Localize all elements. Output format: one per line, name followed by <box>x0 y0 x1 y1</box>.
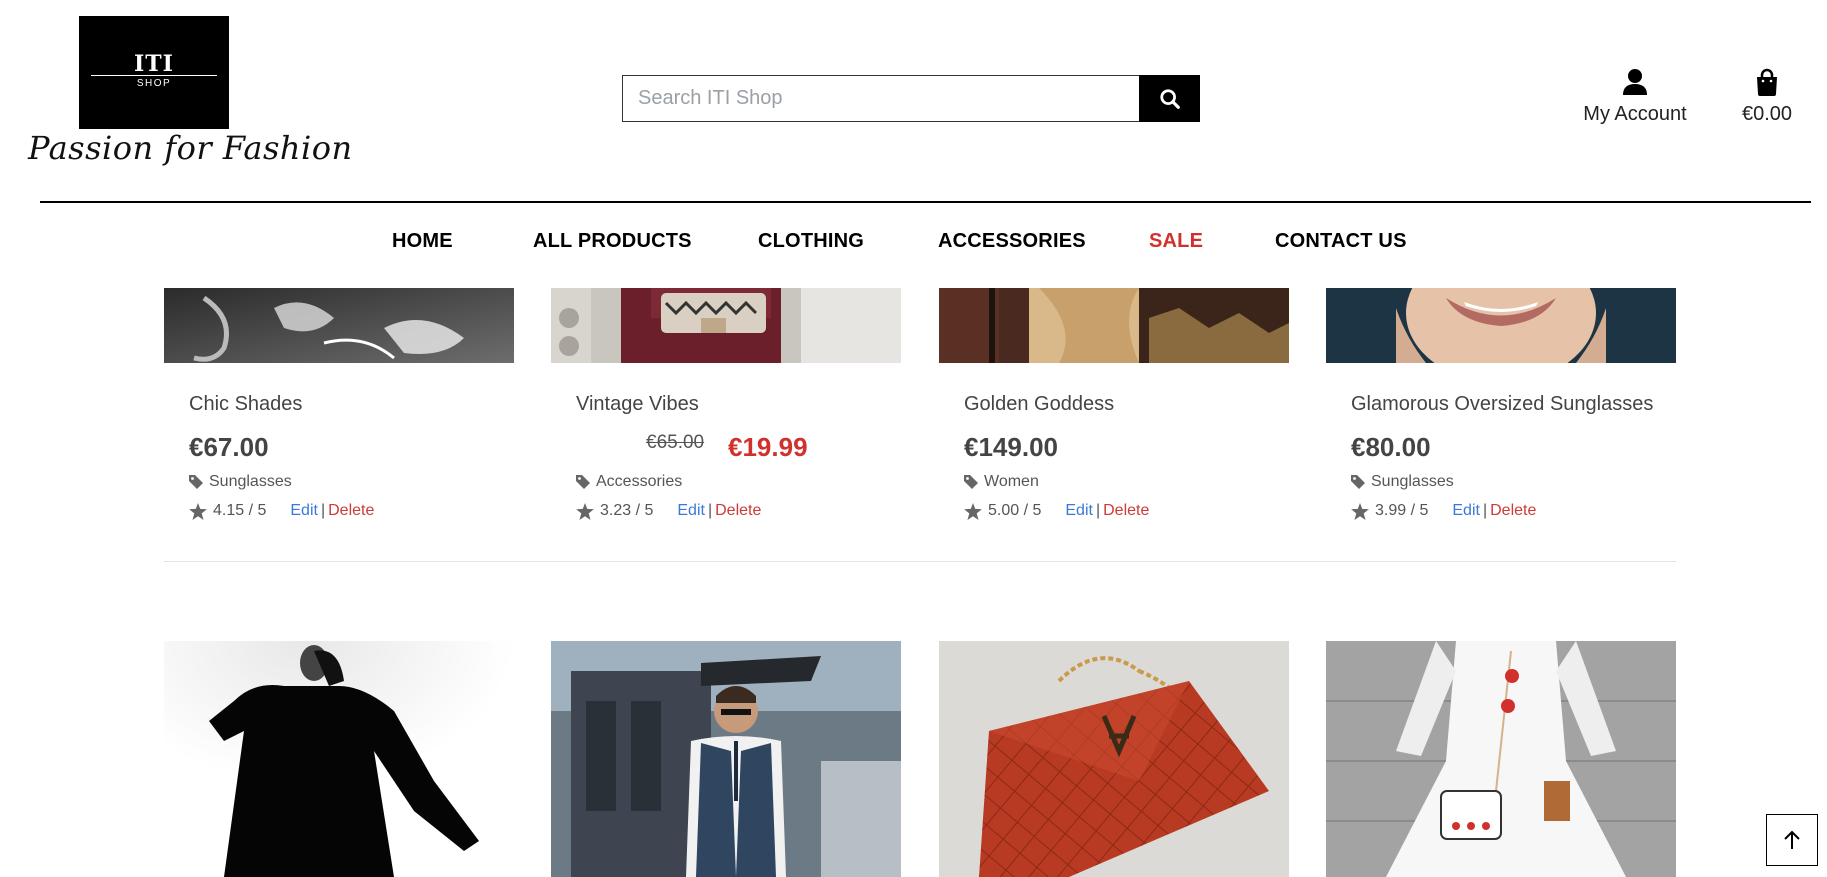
product-category[interactable]: Accessories <box>576 473 682 491</box>
link-separator: | <box>707 502 713 519</box>
edit-link[interactable]: Edit <box>1452 502 1480 519</box>
my-account-link[interactable]: My Account <box>1578 68 1692 126</box>
back-to-top-button[interactable] <box>1766 814 1818 866</box>
row-divider <box>164 561 1676 562</box>
link-separator: | <box>1095 502 1101 519</box>
edit-link[interactable]: Edit <box>290 502 318 519</box>
search-input[interactable] <box>622 75 1139 122</box>
edit-link[interactable]: Edit <box>677 502 705 519</box>
product-category[interactable]: Sunglasses <box>1351 473 1454 491</box>
product-category-label: Women <box>984 473 1039 490</box>
product-price: €149.00 <box>964 432 1058 462</box>
delete-link[interactable]: Delete <box>1103 502 1149 519</box>
product-rating: 5.00 / 5 <box>988 502 1042 519</box>
search-icon <box>1159 88 1180 109</box>
nav-all-products[interactable]: ALL PRODUCTS <box>533 230 692 253</box>
delete-link[interactable]: Delete <box>715 502 761 519</box>
tag-icon <box>1351 475 1365 489</box>
product-rating-row: 5.00 / 5 Edit | Delete <box>964 502 1149 520</box>
logo-sub-text: SHOP <box>136 78 172 89</box>
arrow-up-icon <box>1784 830 1800 849</box>
delete-link[interactable]: Delete <box>1490 502 1536 519</box>
logo-box[interactable]: ITI SHOP <box>79 16 229 129</box>
star-icon <box>964 502 982 520</box>
product-category-label: Sunglasses <box>209 473 292 490</box>
product-name[interactable]: Chic Shades <box>189 393 302 416</box>
product-image-chic-shades[interactable] <box>164 288 514 363</box>
shopping-bag-icon <box>1757 68 1777 96</box>
header-divider <box>40 201 1811 203</box>
product-name[interactable]: Vintage Vibes <box>576 393 699 416</box>
edit-link[interactable]: Edit <box>1065 502 1093 519</box>
product-rating-row: 3.23 / 5 Edit | Delete <box>576 502 761 520</box>
nav-home[interactable]: HOME <box>392 230 453 253</box>
tag-icon <box>576 475 590 489</box>
tag-icon <box>189 475 203 489</box>
logo-main-text: ITI <box>134 51 174 77</box>
product-category-label: Sunglasses <box>1371 473 1454 490</box>
nav-sale[interactable]: SALE <box>1149 230 1203 253</box>
product-rating: 4.15 / 5 <box>213 502 267 519</box>
star-icon <box>189 502 207 520</box>
product-price: €80.00 <box>1351 432 1431 462</box>
product-name[interactable]: Golden Goddess <box>964 393 1114 416</box>
delete-link[interactable]: Delete <box>328 502 374 519</box>
tagline: Passion for Fashion <box>28 129 353 167</box>
product-category-label: Accessories <box>596 473 683 490</box>
link-separator: | <box>320 502 326 519</box>
my-account-label: My Account <box>1583 103 1687 125</box>
tag-icon <box>964 475 978 489</box>
user-icon <box>1623 69 1647 95</box>
star-icon <box>576 502 594 520</box>
product-category[interactable]: Women <box>964 473 1039 491</box>
cart-link[interactable]: €0.00 <box>1736 68 1798 126</box>
search-bar <box>622 75 1200 122</box>
star-icon <box>1351 502 1369 520</box>
product-image-black-coat[interactable] <box>164 641 514 877</box>
product-image-golden-goddess[interactable] <box>939 288 1289 363</box>
product-image-red-bag[interactable] <box>939 641 1289 877</box>
link-separator: | <box>1482 502 1488 519</box>
product-sale-price: €19.99 <box>728 432 808 462</box>
product-rating-row: 4.15 / 5 Edit | Delete <box>189 502 374 520</box>
cart-total: €0.00 <box>1741 103 1793 125</box>
product-rating-row: 3.99 / 5 Edit | Delete <box>1351 502 1536 520</box>
logo-divider <box>91 75 217 76</box>
nav-clothing[interactable]: CLOTHING <box>758 230 864 253</box>
product-image-glamorous-oversized-sunglasses[interactable] <box>1326 288 1676 363</box>
product-price: €67.00 <box>189 432 269 462</box>
product-name[interactable]: Glamorous Oversized Sunglasses <box>1351 393 1653 416</box>
product-original-price: €65.00 <box>646 432 705 453</box>
product-rating: 3.99 / 5 <box>1375 502 1429 519</box>
main-nav: HOME ALL PRODUCTS CLOTHING ACCESSORIES S… <box>0 230 1827 260</box>
search-button[interactable] <box>1139 75 1200 122</box>
product-image-vintage-vibes[interactable] <box>551 288 901 363</box>
product-rating: 3.23 / 5 <box>600 502 654 519</box>
product-image-white-dress[interactable] <box>1326 641 1676 877</box>
nav-accessories[interactable]: ACCESSORIES <box>938 230 1086 253</box>
nav-contact-us[interactable]: CONTACT US <box>1275 230 1407 253</box>
product-category[interactable]: Sunglasses <box>189 473 292 491</box>
product-image-mens-vest[interactable] <box>551 641 901 877</box>
